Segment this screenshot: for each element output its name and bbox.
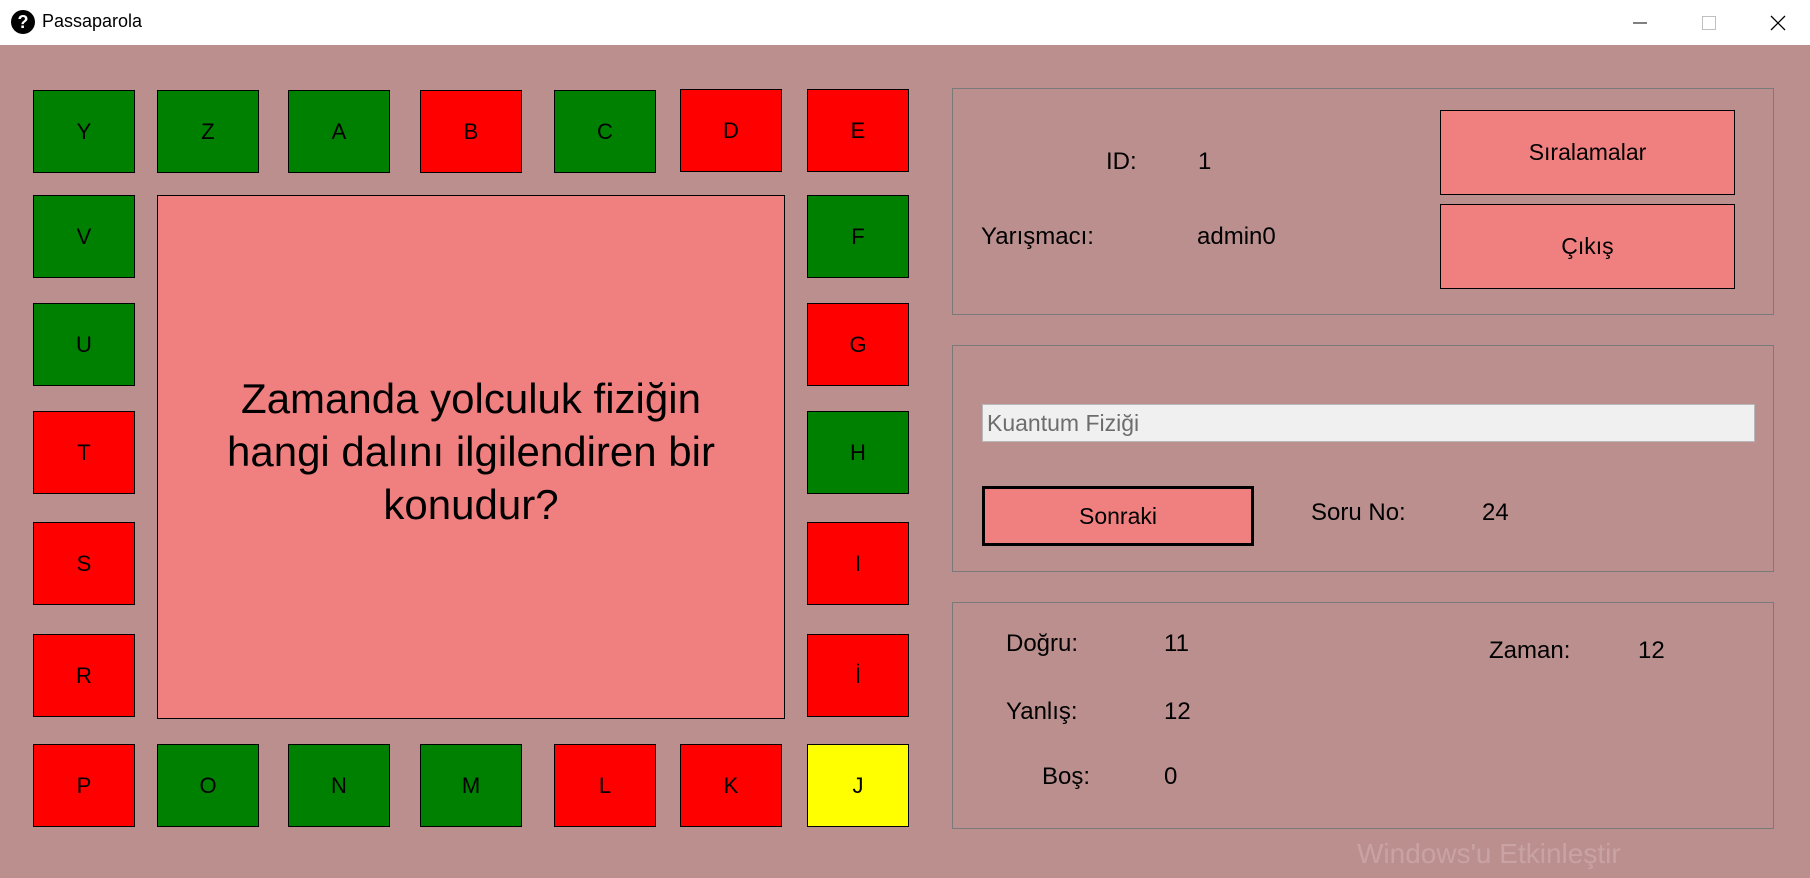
letter-label: M [461,772,481,798]
letter-box-v[interactable]: V [33,195,135,278]
exit-button[interactable]: Çıkış [1440,204,1735,289]
letter-label: O [199,772,217,798]
letter-box-d[interactable]: D [680,89,782,172]
letter-box-u[interactable]: U [33,303,135,386]
letter-box-k[interactable]: K [680,744,782,827]
letter-box-y[interactable]: Y [33,90,135,173]
maximize-icon [1702,15,1716,30]
next-button[interactable]: Sonraki [982,486,1254,546]
contestant-value: admin0 [1197,223,1276,250]
letter-label: R [76,662,92,688]
letter-label: B [463,118,479,144]
letter-box-t[interactable]: T [33,411,135,494]
letter-box-p[interactable]: P [33,744,135,827]
letter-box-c[interactable]: C [554,90,656,173]
letter-box-f[interactable]: F [807,195,909,278]
letter-label: Y [76,118,92,144]
activation-watermark: Windows'u Etkinleştir [1357,838,1621,869]
answer-input[interactable] [982,404,1755,442]
letter-label: J [852,772,864,798]
letter-box-j[interactable]: J [807,744,909,827]
letter-box-z[interactable]: Z [157,90,259,173]
close-button[interactable] [1743,0,1810,45]
title-bar: ? Passaparola [0,0,1810,45]
letter-box-o[interactable]: O [157,744,259,827]
letter-label: V [76,223,92,249]
letter-label: P [76,772,92,798]
maximize-button[interactable] [1674,0,1744,45]
letter-box-e[interactable]: E [807,89,909,172]
letter-box-l[interactable]: L [554,744,656,827]
letter-box-s[interactable]: S [33,522,135,605]
empty-label: Boş: [1042,763,1091,790]
letter-label: L [598,772,612,798]
letter-label: H [850,439,866,465]
letter-label: F [851,223,865,249]
letter-box-h[interactable]: H [807,411,909,494]
letter-label: C [597,118,613,144]
empty-value: 0 [1164,763,1178,790]
question-no-label: Soru No: [1311,499,1406,526]
id-value: 1 [1198,148,1212,175]
letter-box-r[interactable]: R [33,634,135,717]
letter-label: G [849,331,867,357]
id-label: ID: [1106,148,1137,175]
time-label: Zaman: [1489,637,1571,664]
letter-box-i[interactable]: I [807,522,909,605]
contestant-label: Yarışmacı: [981,223,1094,250]
letter-box-m[interactable]: M [420,744,522,827]
letter-box-i-dotted[interactable]: İ [807,634,909,717]
letter-label: U [76,331,92,357]
letter-label: D [723,117,739,143]
close-icon [1770,15,1786,30]
letter-label: E [850,117,866,143]
letter-box-b[interactable]: B [420,90,522,173]
question-text: Zamanda yolculuk fiziğin hangi dalını il… [227,374,715,528]
letter-label: A [331,118,347,144]
help-icon: ? [11,10,35,34]
letter-label: I [854,550,862,576]
letter-label: S [76,550,92,576]
question-no-value: 24 [1482,499,1509,526]
letter-box-g[interactable]: G [807,303,909,386]
wrong-label: Yanlış: [1006,698,1078,725]
wrong-value: 12 [1164,698,1191,725]
minimize-icon [1633,22,1647,23]
minimize-button[interactable] [1605,0,1675,45]
letter-box-n[interactable]: N [288,744,390,827]
letter-label: K [723,772,739,798]
correct-label: Doğru: [1006,630,1079,657]
window-title: Passaparola [42,11,143,31]
letter-label: N [331,772,347,798]
correct-value: 11 [1164,630,1189,657]
letter-label: İ [854,662,862,688]
letter-label: T [77,439,91,465]
question-panel: Zamanda yolculuk fiziğin hangi dalını il… [157,195,785,719]
time-value: 12 [1638,637,1665,664]
letter-label: Z [201,118,215,144]
letter-box-a[interactable]: A [288,90,390,173]
rankings-button[interactable]: Sıralamalar [1440,110,1735,195]
